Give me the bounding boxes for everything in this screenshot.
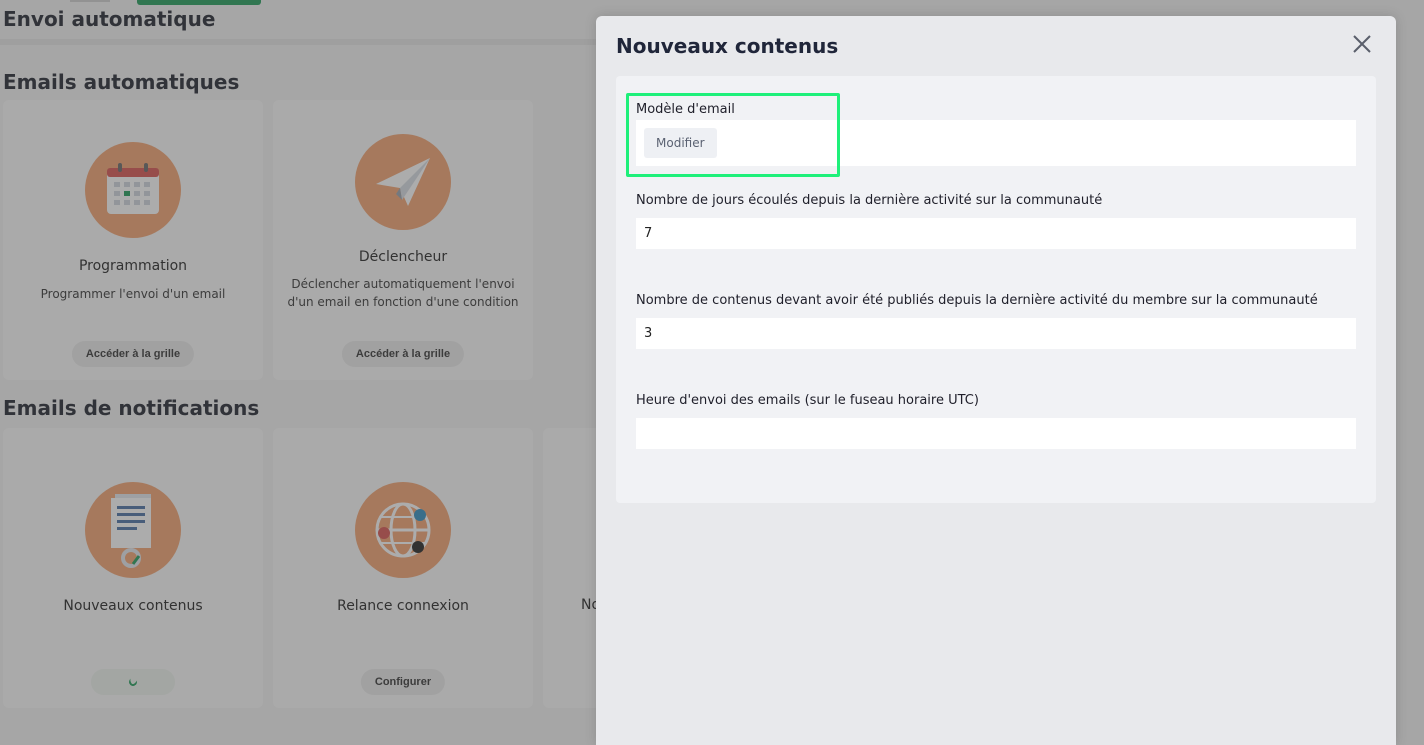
send-time-label: Heure d'envoi des emails (sur le fuseau … [636,393,979,408]
email-template-label: Modèle d'email [636,102,735,117]
close-icon [1353,35,1371,53]
modal-dialog: Nouveaux contenus Modèle d'email Modifie… [596,16,1396,745]
close-button[interactable] [1350,32,1374,56]
send-time-input[interactable] [636,418,1356,449]
email-template-field: Modifier [636,120,1356,166]
days-elapsed-label: Nombre de jours écoulés depuis la derniè… [636,193,1103,208]
days-elapsed-input[interactable] [636,218,1356,249]
content-count-label: Nombre de contenus devant avoir été publ… [636,293,1318,308]
modal-title: Nouveaux contenus [616,34,839,58]
modal-form: Modèle d'email Modifier Nombre de jours … [616,76,1376,503]
content-count-input[interactable] [636,318,1356,349]
modify-button[interactable]: Modifier [644,128,717,158]
